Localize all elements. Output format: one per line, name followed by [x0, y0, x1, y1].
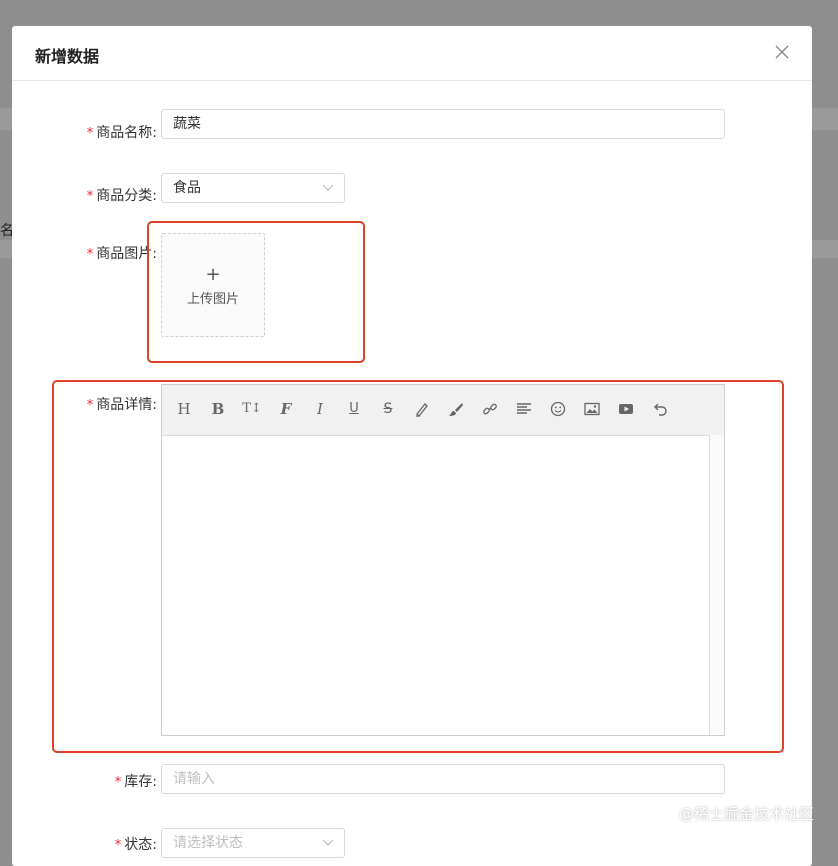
image-upload-highlight-box — [147, 221, 365, 363]
modal-title: 新增数据 — [35, 47, 100, 66]
chevron-down-icon — [322, 184, 334, 191]
stock-input[interactable]: 请输入 — [161, 764, 725, 794]
form-row-product-name: * 商品名称: — [12, 116, 157, 146]
status-select[interactable]: 请选择状态 — [161, 828, 345, 858]
close-icon[interactable] — [775, 45, 789, 59]
form-row-image: * 商品图片: — [12, 243, 157, 273]
category-select-value: 食品 — [173, 180, 201, 196]
product-name-label: * 商品名称: — [86, 125, 157, 141]
form-row-category: * 商品分类: — [12, 179, 157, 209]
category-select[interactable]: 食品 — [161, 173, 345, 203]
form-row-status: * 状态: — [12, 834, 157, 864]
modal-header: 新增数据 — [12, 26, 812, 81]
chevron-down-icon — [322, 839, 334, 846]
status-placeholder: 请选择状态 — [173, 835, 243, 851]
stock-label: * 库存: — [114, 774, 157, 790]
form-row-stock: * 库存: — [12, 771, 157, 801]
close-button[interactable] — [770, 40, 794, 64]
detail-editor-highlight-box — [52, 380, 784, 753]
category-label: * 商品分类: — [86, 188, 157, 204]
stock-placeholder: 请输入 — [173, 771, 215, 787]
watermark: @稀土掘金技术社区 — [678, 805, 814, 823]
product-name-input[interactable]: 蔬菜 — [161, 109, 725, 139]
status-label: * 状态: — [114, 837, 157, 853]
